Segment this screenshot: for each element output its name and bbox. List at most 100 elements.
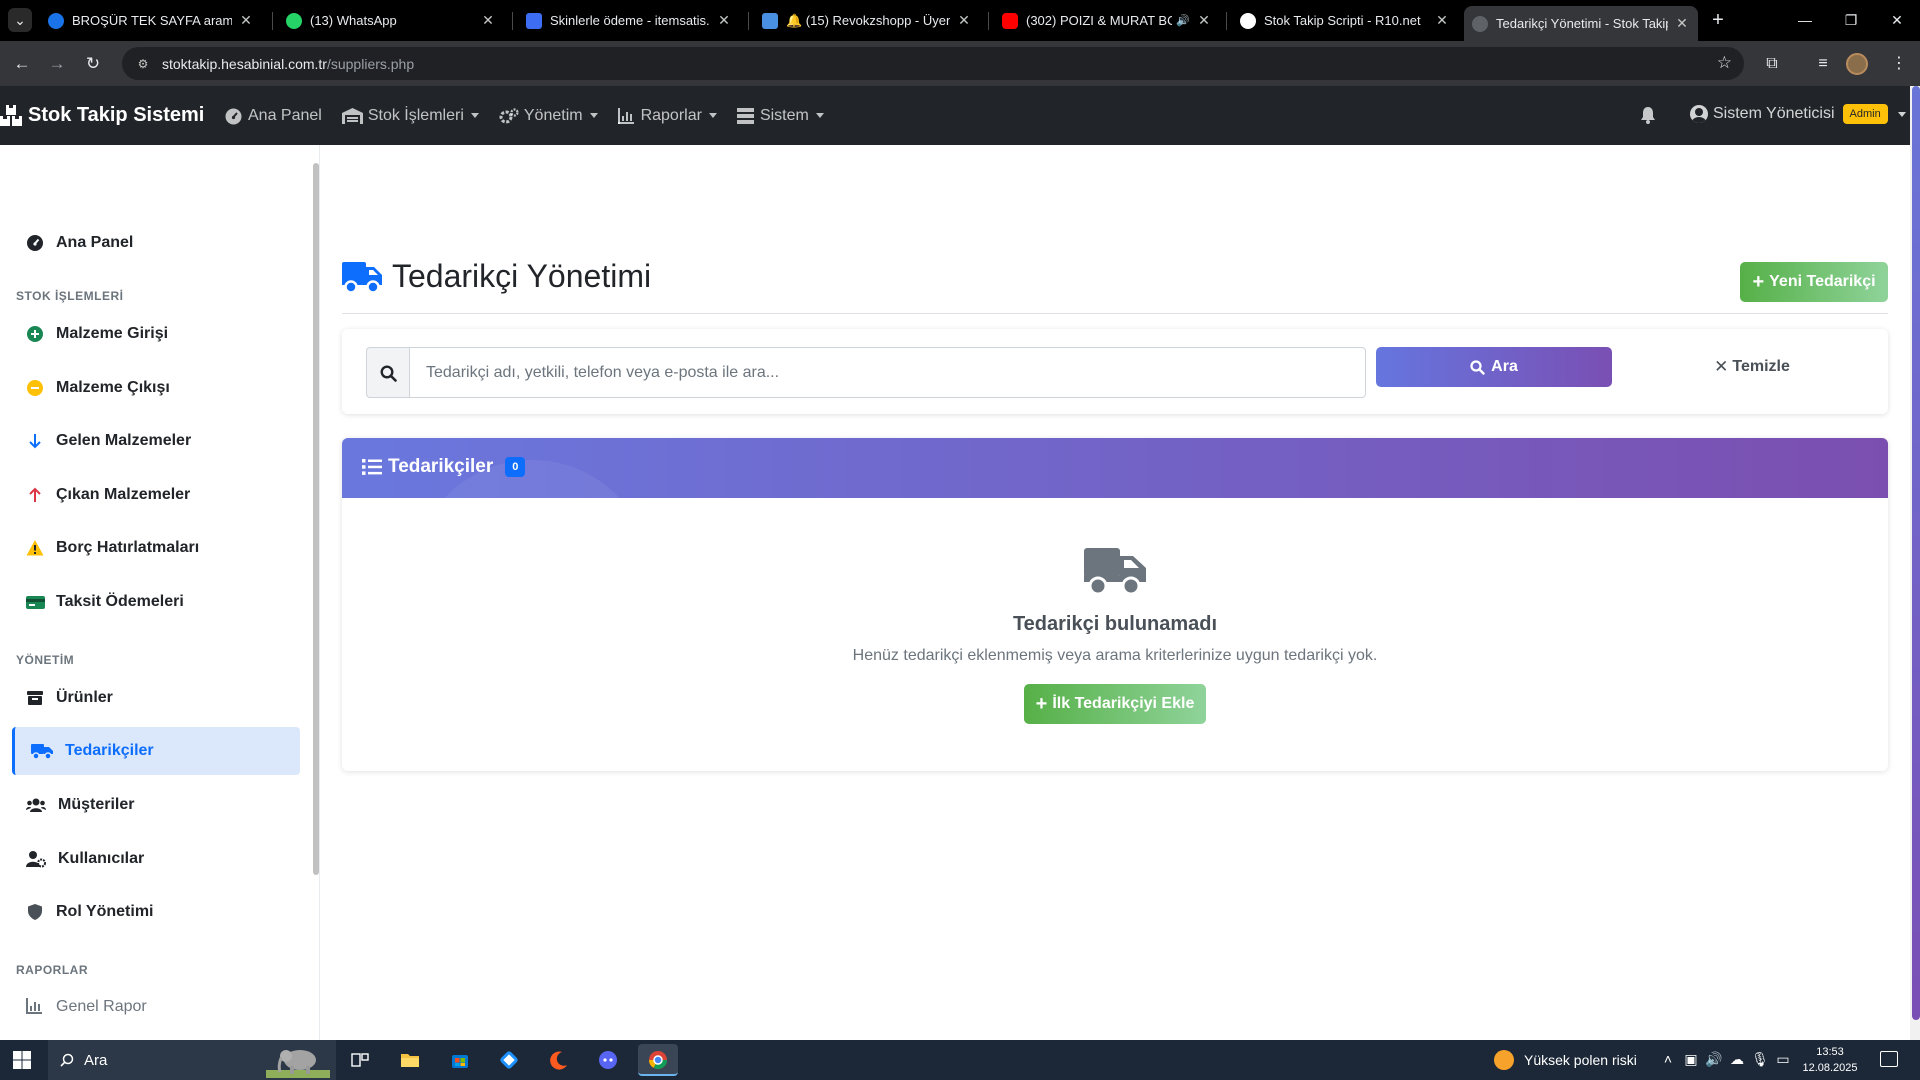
new-supplier-button[interactable]: + Yeni Tedarikçi <box>1740 262 1888 302</box>
media-controls-icon[interactable]: ≡ <box>1810 51 1836 77</box>
sidebar-item-material-in[interactable]: Malzeme Girişi <box>12 310 300 358</box>
box-icon <box>26 689 44 707</box>
back-icon[interactable]: ← <box>9 51 35 77</box>
browser-tab[interactable]: Stok Takip Scripti - R10.net ✕ <box>1232 6 1458 35</box>
search-input-group <box>366 347 1366 398</box>
globe-favicon-icon <box>1472 15 1488 32</box>
task-view-icon[interactable] <box>340 1044 380 1076</box>
page-scrollbar-thumb[interactable] <box>1912 86 1920 1020</box>
sidebar-item-users[interactable]: Kullanıcılar <box>12 835 300 883</box>
search-icon <box>60 1053 74 1067</box>
taskbar-clock[interactable]: 13:53 12.08.2025 <box>1795 1044 1865 1076</box>
microphone-icon[interactable]: 🎙 <box>1751 1051 1769 1068</box>
sidebar-item-debt-reminders[interactable]: Borç Hatırlatmaları <box>12 524 300 572</box>
browser-tab[interactable]: Skinlerle ödeme - itemsatis.com ✕ <box>518 6 740 35</box>
reload-icon[interactable]: ↻ <box>80 51 106 77</box>
taskbar-search[interactable]: Ara <box>48 1040 336 1080</box>
sidebar-item-dashboard[interactable]: Ana Panel <box>12 219 300 267</box>
browser-tab[interactable]: (302) POIZI & MURAT BOZ 🔊 ✕ <box>994 6 1220 35</box>
onedrive-icon[interactable]: ☁ <box>1728 1051 1746 1068</box>
profile-avatar[interactable] <box>1846 53 1868 75</box>
sidebar-item-general-report[interactable]: Genel Rapor <box>12 983 300 1031</box>
browser-tab[interactable]: BROŞÜR TEK SAYFA araması - C ✕ <box>40 6 262 35</box>
nav-dashboard[interactable]: Ana Panel <box>225 107 322 125</box>
sidebar-section-management: YÖNETİM <box>16 653 75 667</box>
tab-close-icon[interactable]: ✕ <box>716 12 732 29</box>
extensions-icon[interactable]: ⧉ <box>1759 51 1785 77</box>
url-host: stoktakip.hesabinial.com.tr <box>162 55 327 72</box>
user-circle-icon <box>1690 105 1708 123</box>
empty-state-description: Henüz tedarikçi eklenmemiş veya arama kr… <box>852 647 1378 664</box>
plus-circle-icon <box>26 325 44 343</box>
notification-icon[interactable] <box>1880 1051 1898 1067</box>
restore-icon[interactable]: ❐ <box>1828 0 1874 40</box>
browser-tab[interactable]: (13) WhatsApp ✕ <box>278 6 504 35</box>
cogs-icon <box>499 107 519 124</box>
search-button[interactable]: Ara <box>1376 347 1612 387</box>
page-title: Tedarikçi Yönetimi <box>342 258 651 295</box>
tab-audio-icon[interactable]: 🔊 <box>1176 14 1190 27</box>
close-window-icon[interactable]: ✕ <box>1874 0 1920 40</box>
tab-close-icon[interactable]: ✕ <box>1196 12 1212 29</box>
browser-toolbar: ← → ↻ ⚙ stoktakip.hesabinial.com.tr/supp… <box>0 41 1920 86</box>
sidebar-item-suppliers[interactable]: Tedarikçiler <box>12 727 300 775</box>
forward-icon[interactable]: → <box>44 51 70 77</box>
nav-management[interactable]: Yönetim <box>499 107 598 125</box>
site-info-icon[interactable]: ⚙ <box>134 55 152 73</box>
nav-reports[interactable]: Raporlar <box>617 107 717 125</box>
browser-tab-active[interactable]: Tedarikçi Yönetimi - Stok Takip ✕ <box>1464 6 1698 41</box>
file-explorer-icon[interactable] <box>390 1044 430 1076</box>
windows-start-icon[interactable] <box>13 1051 31 1069</box>
chrome-taskbar-icon[interactable] <box>638 1044 678 1076</box>
truck-icon <box>31 742 53 760</box>
sidebar-item-products[interactable]: Ürünler <box>12 674 300 722</box>
nav-stock-operations[interactable]: Stok İşlemleri <box>341 107 479 125</box>
credit-card-icon <box>26 593 45 611</box>
tab-close-icon[interactable]: ✕ <box>1674 15 1690 32</box>
weather-widget[interactable]: Yüksek polen riski <box>1494 1050 1637 1070</box>
tab-close-icon[interactable]: ✕ <box>956 12 972 29</box>
chevron-down-icon <box>589 113 598 118</box>
sidebar-item-roles[interactable]: Rol Yönetimi <box>12 888 300 936</box>
search-input[interactable] <box>409 347 1366 398</box>
browser-tab-strip: ⌄ BROŞÜR TEK SAYFA araması - C ✕ (13) Wh… <box>0 0 1920 41</box>
sidebar-item-installments[interactable]: Taksit Ödemeleri <box>12 578 300 626</box>
forum-favicon-icon <box>762 12 778 29</box>
brand-link[interactable]: Stok Takip Sistemi <box>0 104 204 127</box>
sidebar-item-customers[interactable]: Müşteriler <box>12 781 300 829</box>
meet-now-icon[interactable]: ▣ <box>1682 1051 1700 1068</box>
tab-close-icon[interactable]: ✕ <box>480 12 496 29</box>
discord-icon[interactable] <box>588 1044 628 1076</box>
user-menu[interactable]: Sistem Yöneticisi Admin <box>1690 104 1906 124</box>
new-tab-icon[interactable]: + <box>1706 8 1730 32</box>
network-icon[interactable]: ▭ <box>1774 1051 1792 1068</box>
sidebar-item-material-out[interactable]: Malzeme Çıkışı <box>12 364 300 412</box>
title-divider <box>342 313 1888 314</box>
search-icon <box>1470 359 1485 375</box>
bookmark-star-icon[interactable]: ☆ <box>1717 53 1732 73</box>
clear-button[interactable]: ✕ Temizle <box>1672 347 1832 387</box>
chevron-down-icon <box>470 113 479 118</box>
chrome-menu-icon[interactable]: ⋮ <box>1886 51 1912 77</box>
address-bar[interactable]: ⚙ stoktakip.hesabinial.com.tr/suppliers.… <box>122 47 1744 80</box>
chevron-up-icon[interactable]: ˄ <box>1659 1051 1677 1067</box>
browser-tab[interactable]: 🔔 (15) Revokzshopp - Üyenin ✕ <box>754 6 980 35</box>
microsoft-store-icon[interactable] <box>440 1044 480 1076</box>
app-launcher-icon[interactable] <box>489 1044 529 1076</box>
brave-like-browser-icon[interactable] <box>539 1044 579 1076</box>
search-highlight-image <box>266 1044 330 1078</box>
tab-close-icon[interactable]: ✕ <box>1434 12 1450 29</box>
role-badge: Admin <box>1842 104 1888 124</box>
tab-search-menu-icon[interactable]: ⌄ <box>8 8 32 32</box>
sidebar-item-incoming[interactable]: Gelen Malzemeler <box>12 417 300 465</box>
youtube-favicon-icon <box>1002 12 1018 29</box>
tab-close-icon[interactable]: ✕ <box>238 12 254 29</box>
minimize-icon[interactable]: — <box>1782 0 1828 40</box>
sidebar-item-outgoing[interactable]: Çıkan Malzemeler <box>12 471 300 519</box>
add-first-supplier-button[interactable]: + İlk Tedarikçiyi Ekle <box>1024 684 1206 724</box>
nav-system[interactable]: Sistem <box>736 107 824 125</box>
truck-icon <box>1084 544 1146 596</box>
bell-icon[interactable] <box>1640 106 1656 124</box>
volume-icon[interactable]: 🔊 <box>1705 1051 1723 1068</box>
suppliers-card-header: Tedarikçiler 0 <box>342 438 1888 498</box>
